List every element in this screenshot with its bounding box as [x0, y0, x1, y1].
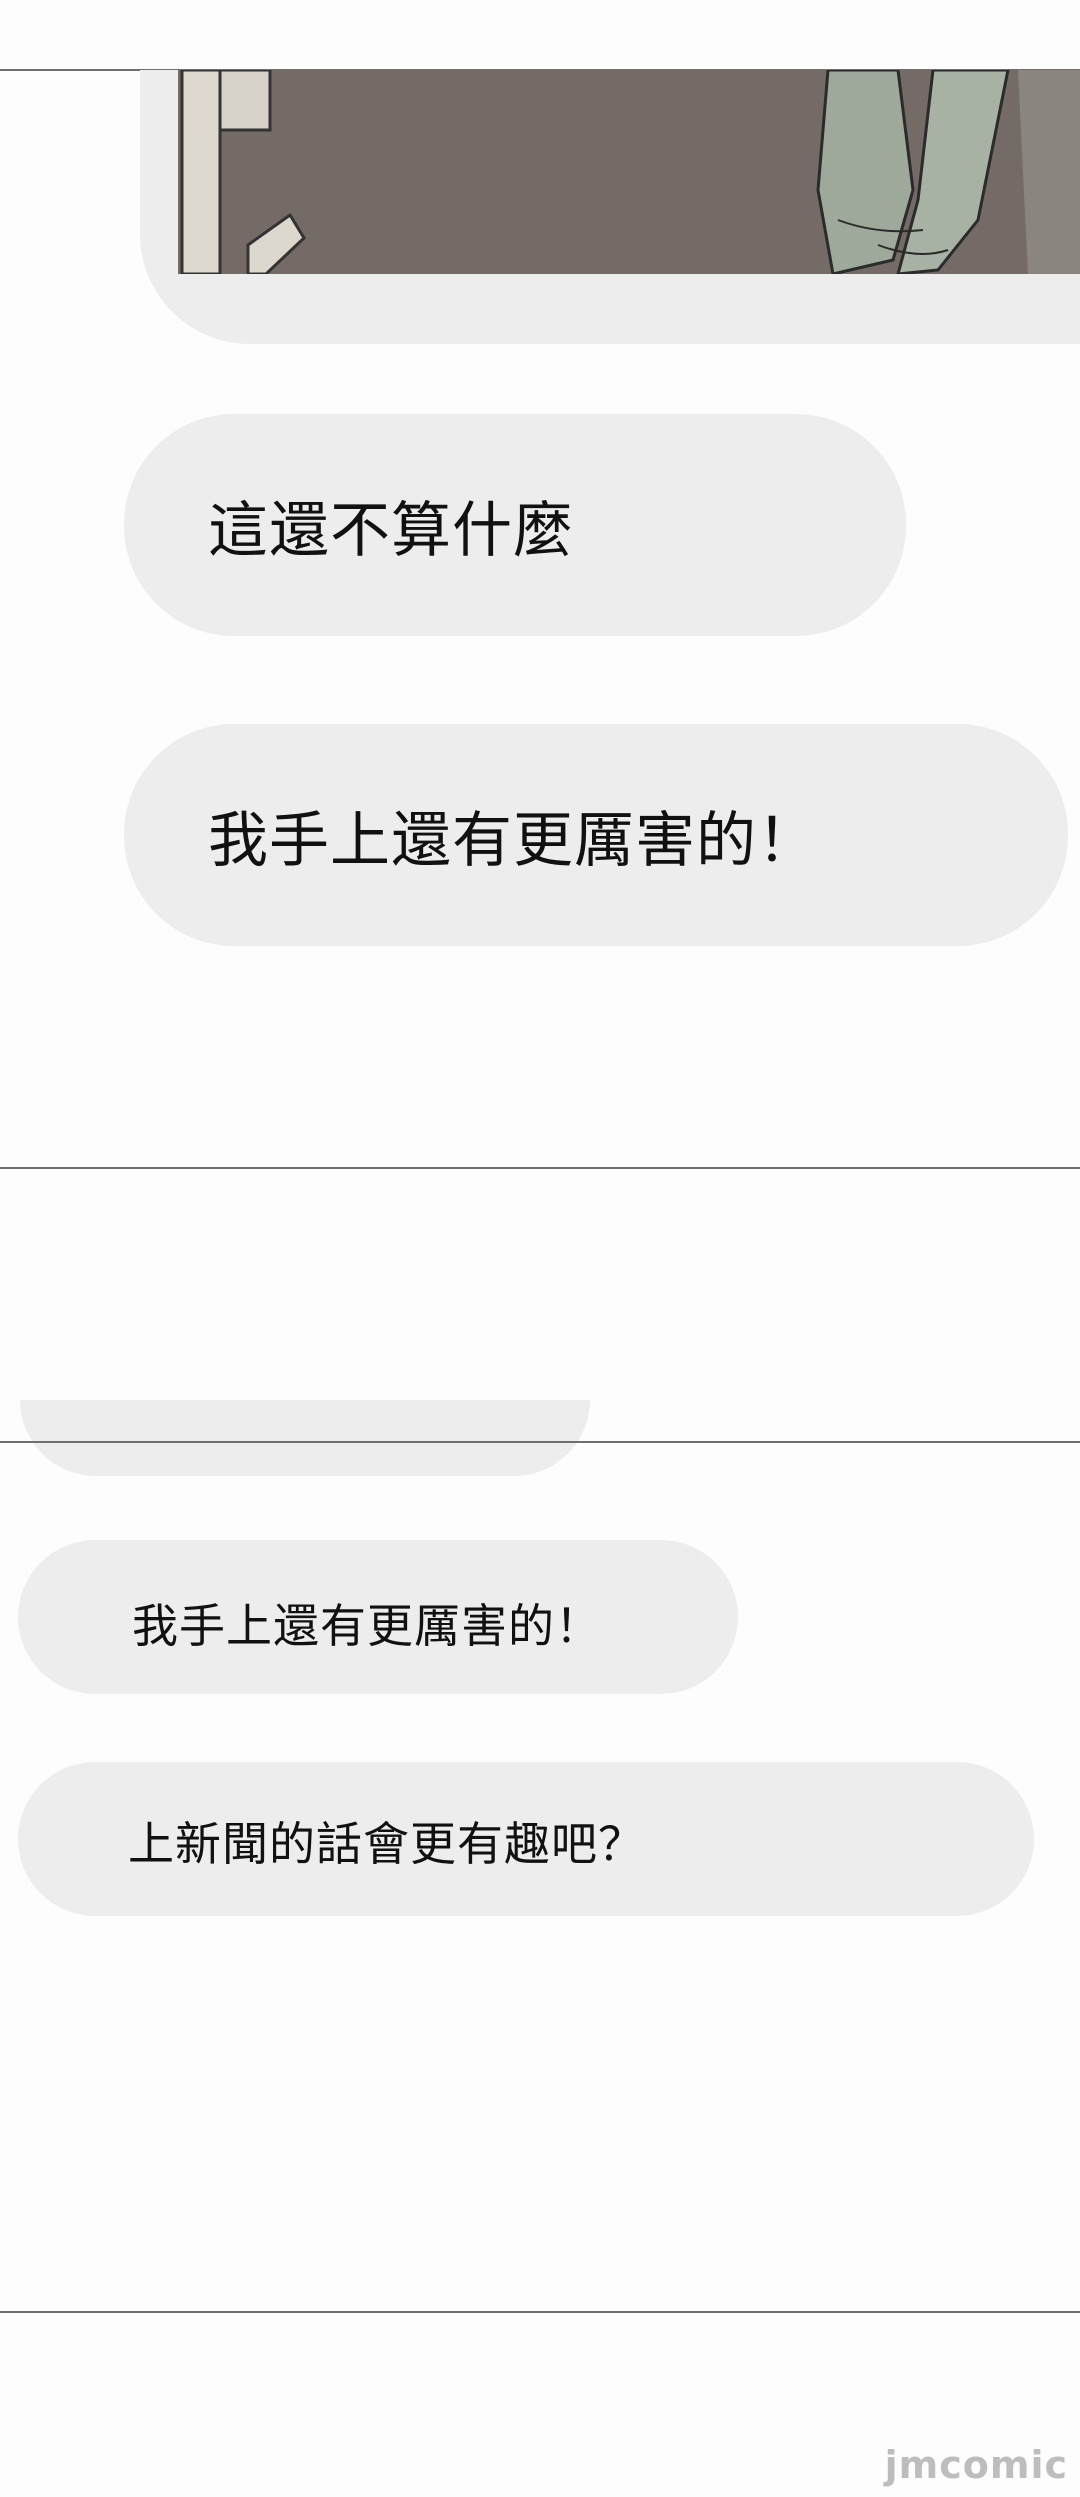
watermark-logo: jmcomic	[884, 2443, 1068, 2487]
panel-border-1	[0, 1167, 1080, 1169]
speech-text-2: 我手上還有更厲害的！	[208, 806, 818, 876]
speech-text-4: 上新聞的話會更有趣吧？	[128, 1817, 645, 1871]
panel-border-bottom	[0, 2311, 1080, 2313]
speech-bubble-partial	[20, 1400, 590, 1476]
speech-text-3: 我手上還有更厲害的！	[132, 1599, 602, 1653]
photo-illustration	[178, 70, 1080, 274]
comic-photo-image	[178, 70, 1080, 274]
speech-text-1: 這還不算什麼	[208, 496, 574, 566]
panel-border-3	[0, 1441, 1080, 1443]
